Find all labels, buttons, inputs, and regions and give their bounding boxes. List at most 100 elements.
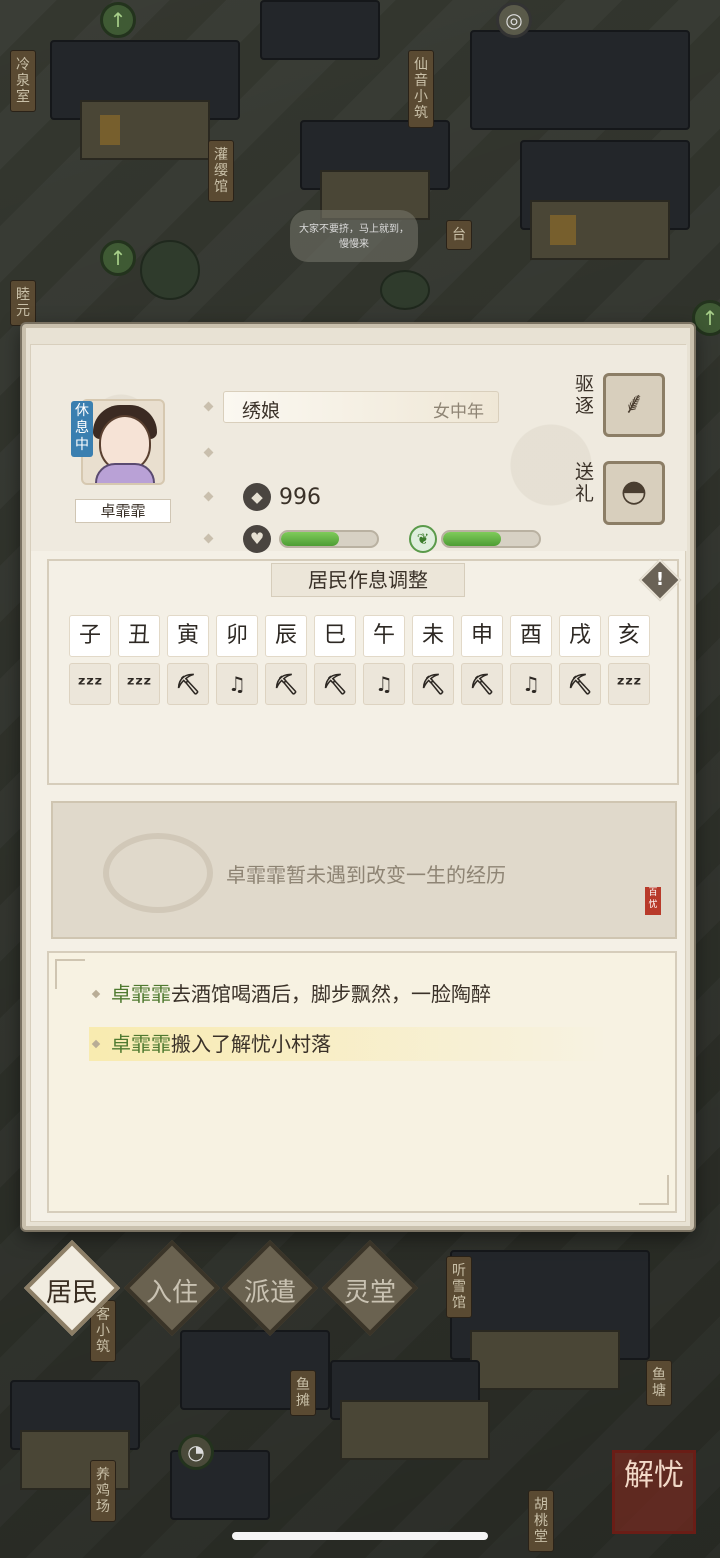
music-activity-icon[interactable]: ♫ xyxy=(216,663,258,705)
status-badge: 休息中 xyxy=(71,401,93,457)
expel-broom-button[interactable]: ⸙ xyxy=(603,373,665,437)
tree xyxy=(380,270,430,310)
schedule-panel: 居民作息调整 ! 子丑寅卯辰巳午未申酉戌亥 ᶻᶻᶻ ᶻᶻᶻ ⛏ ♫ ⛏ ⛏ ♫ ⛏ ⛏ ♫ ⛏ ᶻᶻᶻ xyxy=(47,558,682,785)
hour-cell-3: 卯 xyxy=(216,615,258,657)
tab-label: 入住 xyxy=(145,1278,198,1308)
tab-memorial[interactable]: 灵堂 xyxy=(321,1239,419,1337)
upgrade-arrow-icon[interactable]: ↑ xyxy=(692,300,720,336)
tab-label: 派遣 xyxy=(243,1278,296,1308)
hour-cell-10: 戌 xyxy=(559,615,601,657)
work-activity-icon[interactable]: ⛏ xyxy=(559,663,601,705)
map-label[interactable]: 灌缨馆 xyxy=(208,140,234,202)
building-window xyxy=(550,215,576,245)
work-activity-icon[interactable]: ⛏ xyxy=(412,663,454,705)
corner-ornament xyxy=(639,1175,669,1205)
coin-icon: ◆ xyxy=(243,483,271,511)
map-label[interactable]: 养鸡场 xyxy=(90,1460,116,1522)
log-entry: 卓霏霏去酒馆喝酒后，脚步飘然，一脸陶醉 xyxy=(89,977,491,1011)
map-label[interactable]: 胡桃堂 xyxy=(528,1490,554,1552)
building-window xyxy=(100,115,120,145)
log-entry-name: 卓霏霏 xyxy=(111,1032,171,1056)
map-label[interactable]: 听雪馆 xyxy=(446,1256,472,1318)
sleep-activity-icon[interactable]: ᶻᶻᶻ xyxy=(118,663,160,705)
map-label[interactable]: 鱼摊 xyxy=(290,1370,316,1416)
hour-cell-0: 子 xyxy=(69,615,111,657)
life-event-box: 卓霏霏暂未遇到改变一生的经历 百忧 xyxy=(51,801,677,939)
work-activity-icon[interactable]: ⛏ xyxy=(461,663,503,705)
work-activity-icon[interactable]: ⛏ xyxy=(314,663,356,705)
building-wall xyxy=(340,1400,490,1460)
leaf-icon: ❦ xyxy=(409,525,437,553)
avatar-body xyxy=(95,463,155,483)
sleep-activity-icon[interactable]: ᶻᶻᶻ xyxy=(608,663,650,705)
gift-bag-icon: ◓ xyxy=(620,474,648,509)
hour-cell-5: 巳 xyxy=(314,615,356,657)
expel-label: 驱逐 xyxy=(575,373,595,417)
gift-bag-button[interactable]: ◓ xyxy=(603,461,665,525)
divider-dot xyxy=(203,401,214,412)
gender-age: 女中年 xyxy=(433,402,484,422)
health-bar xyxy=(279,530,379,548)
divider-dot xyxy=(203,533,214,544)
upgrade-arrow-icon[interactable]: ↑ xyxy=(100,2,136,38)
tab-move-in[interactable]: 入住 xyxy=(123,1239,221,1337)
building-wall xyxy=(470,1330,620,1390)
resident-name: 卓霏霏 xyxy=(75,499,171,523)
upgrade-arrow-icon[interactable]: ↑ xyxy=(100,240,136,276)
speech-bubble: 大家不要挤，马上就到，慢慢来 xyxy=(290,210,418,262)
resident-info-panel: 休息中 卓霏霏 绣娘 女中年 ◆ 996 ♥ ❦ 驱逐 ⸙ 送礼 ◓ 居民作息调… xyxy=(22,324,694,1230)
hour-cell-6: 午 xyxy=(363,615,405,657)
hour-cell-8: 申 xyxy=(461,615,503,657)
map-label[interactable]: 冷泉室 xyxy=(10,50,36,112)
map-label[interactable]: 台 xyxy=(446,220,472,250)
schedule-title: 居民作息调整 xyxy=(271,563,465,597)
gift-label: 送礼 xyxy=(575,461,595,505)
resident-header: 休息中 卓霏霏 绣娘 女中年 ◆ 996 ♥ ❦ 驱逐 ⸙ 送礼 ◓ xyxy=(31,345,687,553)
home-indicator[interactable] xyxy=(232,1532,488,1540)
map-label[interactable]: 睦元 xyxy=(10,280,36,326)
coin-value: 996 xyxy=(279,485,321,510)
tab-residents[interactable]: 居民 xyxy=(23,1239,121,1337)
panel-inner: 休息中 卓霏霏 绣娘 女中年 ◆ 996 ♥ ❦ 驱逐 ⸙ 送礼 ◓ 居民作息调… xyxy=(30,344,687,1222)
sleep-activity-icon[interactable]: ᶻᶻᶻ xyxy=(69,663,111,705)
hour-cell-4: 辰 xyxy=(265,615,307,657)
tab-label: 灵堂 xyxy=(343,1278,396,1308)
growth-bar-fill xyxy=(443,532,501,546)
map-label[interactable]: 仙音小筑 xyxy=(408,50,434,128)
divider-dot xyxy=(203,447,214,458)
hour-cell-2: 寅 xyxy=(167,615,209,657)
music-activity-icon[interactable]: ♫ xyxy=(363,663,405,705)
divider-dot xyxy=(203,491,214,502)
life-event-text: 卓霏霏暂未遇到改变一生的经历 xyxy=(226,863,506,887)
jieyou-corner-button[interactable]: 解忧 xyxy=(612,1450,696,1534)
hour-cell-1: 丑 xyxy=(118,615,160,657)
building-roof xyxy=(470,30,690,130)
coin-pin-icon[interactable]: ◎ xyxy=(496,2,532,38)
jieyou-label: 解忧 xyxy=(624,1458,684,1493)
log-entry-highlighted: 卓霏霏搬入了解忧小村落 xyxy=(89,1027,609,1061)
building-roof xyxy=(260,0,380,60)
music-activity-icon[interactable]: ♫ xyxy=(510,663,552,705)
job-field[interactable]: 绣娘 女中年 xyxy=(223,391,499,423)
hour-cell-9: 酉 xyxy=(510,615,552,657)
warning-mark: ! xyxy=(655,569,665,590)
hour-cell-11: 亥 xyxy=(608,615,650,657)
tab-dispatch[interactable]: 派遣 xyxy=(221,1239,319,1337)
bag-pin-icon[interactable]: ◔ xyxy=(178,1434,214,1470)
red-seal-stamp: 百忧 xyxy=(645,887,661,915)
broom-icon: ⸙ xyxy=(622,386,646,421)
growth-bar xyxy=(441,530,541,548)
work-activity-icon[interactable]: ⛏ xyxy=(265,663,307,705)
corner-ornament xyxy=(55,959,85,989)
bullet-icon xyxy=(91,1039,101,1049)
avatar[interactable] xyxy=(81,399,165,485)
work-activity-icon[interactable]: ⛏ xyxy=(167,663,209,705)
event-log[interactable]: 卓霏霏去酒馆喝酒后，脚步飘然，一脸陶醉 卓霏霏搬入了解忧小村落 xyxy=(47,951,677,1213)
tab-label: 居民 xyxy=(45,1278,98,1308)
heart-icon: ♥ xyxy=(243,525,271,553)
log-entry-name: 卓霏霏 xyxy=(111,982,171,1006)
health-bar-fill xyxy=(281,532,339,546)
job-name: 绣娘 xyxy=(242,400,281,422)
tree xyxy=(140,240,200,300)
map-label[interactable]: 鱼塘 xyxy=(646,1360,672,1406)
